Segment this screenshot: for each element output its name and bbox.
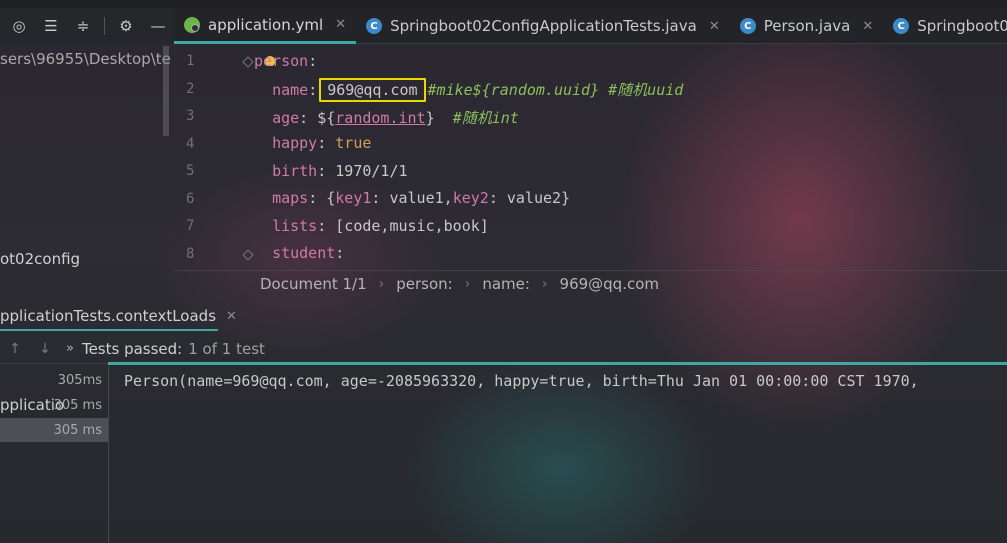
yaml-icon — [184, 16, 200, 33]
project-toolbar: ◎ ☰ ≑ ⚙ — — [0, 8, 174, 44]
run-tab-label: pplicationTests.contextLoads — [0, 307, 217, 325]
editor-tabs: application.yml ✕ C Springboot02ConfigAp… — [174, 8, 1007, 44]
tab-springboot02-config[interactable]: C Springboot02C — [883, 8, 1007, 44]
breadcrumb: Document 1/1 › person: › name: › 969@qq.… — [174, 270, 1007, 296]
close-icon[interactable]: ✕ — [709, 19, 720, 34]
breadcrumb-item[interactable]: 969@qq.com — [560, 275, 659, 293]
panel-scrollbar[interactable] — [163, 46, 169, 136]
yaml-key: person — [254, 52, 309, 70]
test-tree-row[interactable]: 305ms — [0, 368, 108, 392]
yaml-comment: #随机int — [452, 109, 519, 127]
project-path[interactable]: sers\96955\Desktop\te — [0, 50, 171, 68]
yaml-value: value1, — [380, 189, 453, 207]
up-arrow-icon[interactable]: ↑ — [0, 341, 30, 357]
yaml-key: key1 — [335, 189, 372, 207]
yaml-value: true — [335, 134, 372, 152]
tests-passed-label: Tests passed: — [81, 339, 183, 358]
line-number: 7 — [186, 218, 195, 234]
test-duration: 305ms — [57, 372, 102, 388]
line-number: 6 — [186, 191, 195, 207]
class-icon: C — [893, 18, 910, 34]
line-number: 8 — [186, 246, 195, 262]
test-tree-row[interactable]: pplicatio 305 ms — [0, 393, 108, 417]
placeholder-close: } — [425, 109, 435, 127]
test-duration: 305 ms — [53, 422, 102, 438]
collapse-all-icon[interactable]: ☰ — [40, 15, 62, 37]
breadcrumb-item[interactable]: name: — [482, 275, 530, 293]
tab-label: Springboot02ConfigApplicationTests.java — [390, 17, 697, 35]
line-number: 1 — [186, 53, 195, 69]
chevron-right-icon: › — [464, 275, 471, 292]
yaml-key: key2 — [452, 189, 489, 207]
line-number: 4 — [186, 136, 195, 152]
test-results-tree: 305ms pplicatio 305 ms 305 ms — [0, 366, 109, 543]
yaml-key: birth — [272, 162, 318, 180]
line-number: 3 — [186, 108, 195, 124]
line-number: 5 — [186, 163, 195, 179]
tab-person-java[interactable]: C Person.java ✕ — [730, 8, 884, 44]
chevron-right-icon: › — [378, 275, 385, 292]
code-line-8: student: — [272, 244, 345, 262]
placeholder-function: random.int — [335, 109, 426, 127]
code-line-7: lists: [code,music,book] — [272, 217, 489, 235]
highlighted-value: 969@qq.com — [319, 78, 426, 102]
yaml-key: maps — [272, 189, 309, 207]
code-line-2: name: 969@qq.com #mike${random.uuid} #随机uu… — [254, 78, 684, 102]
more-chevron-icon[interactable]: » — [66, 341, 74, 356]
yaml-value: value2} — [497, 189, 571, 207]
tab-springboot02-config-application-tests[interactable]: C Springboot02ConfigApplicationTests.jav… — [356, 8, 730, 44]
code-line-5: birth: 1970/1/1 — [272, 162, 408, 180]
run-config-tab[interactable]: pplicationTests.contextLoads ✕ — [0, 302, 237, 330]
target-icon[interactable]: ◎ — [8, 15, 30, 37]
run-toolbar: ↑ ↓ » Tests passed: 1 of 1 test — [0, 334, 1007, 364]
chevron-right-icon: › — [541, 275, 548, 292]
project-tree-item[interactable]: ot02config — [0, 250, 80, 268]
yaml-comment: #mike${random.uuid} #随机uuid — [427, 81, 684, 99]
code-line-6: maps: {key1: value1,key2: value2} — [272, 189, 571, 207]
yaml-value: 1970/1/1 — [335, 162, 408, 180]
placeholder-open: ${ — [317, 109, 336, 127]
yaml-key: happy — [272, 134, 318, 152]
tab-label: application.yml — [208, 15, 324, 34]
code-editor[interactable] — [174, 44, 1007, 269]
test-tree-row-selected[interactable]: 305 ms — [0, 418, 108, 442]
test-progress-bar — [108, 362, 1007, 365]
gear-icon[interactable]: ⚙ — [115, 15, 137, 37]
tab-label: Springboot02C — [917, 17, 1007, 35]
breadcrumb-item[interactable]: Document 1/1 — [260, 275, 367, 293]
close-icon[interactable]: ✕ — [862, 19, 873, 34]
close-icon[interactable]: ✕ — [335, 17, 346, 32]
class-icon: C — [739, 18, 756, 34]
code-line-1: person: — [254, 52, 318, 70]
title-bar-strip — [0, 0, 1007, 8]
tests-passed-count: 1 of 1 test — [188, 339, 265, 358]
minimize-icon[interactable]: — — [147, 15, 169, 37]
code-line-4: happy: true — [272, 134, 372, 152]
expand-icon[interactable]: ≑ — [72, 15, 94, 37]
toolbar-divider — [104, 17, 105, 35]
down-arrow-icon[interactable]: ↓ — [30, 341, 60, 357]
test-duration: 305 ms — [53, 397, 102, 413]
yaml-key: name — [272, 81, 309, 99]
tab-label: Person.java — [763, 17, 851, 35]
breadcrumb-item[interactable]: person: — [396, 275, 452, 293]
tab-application-yml[interactable]: application.yml ✕ — [174, 8, 357, 44]
yaml-value: [code,music,book] — [335, 217, 489, 235]
console-output[interactable]: Person(name=969@qq.com, age=-2085963320,… — [124, 372, 919, 390]
line-number: 2 — [186, 81, 195, 97]
yaml-key: age — [272, 109, 300, 127]
close-icon[interactable]: ✕ — [226, 309, 237, 324]
active-tab-indicator — [0, 329, 218, 331]
class-icon: C — [366, 18, 383, 34]
code-line-3: age: ${random.int} #随机int — [272, 109, 519, 127]
yaml-key: student — [272, 244, 336, 262]
yaml-key: lists — [272, 217, 318, 235]
